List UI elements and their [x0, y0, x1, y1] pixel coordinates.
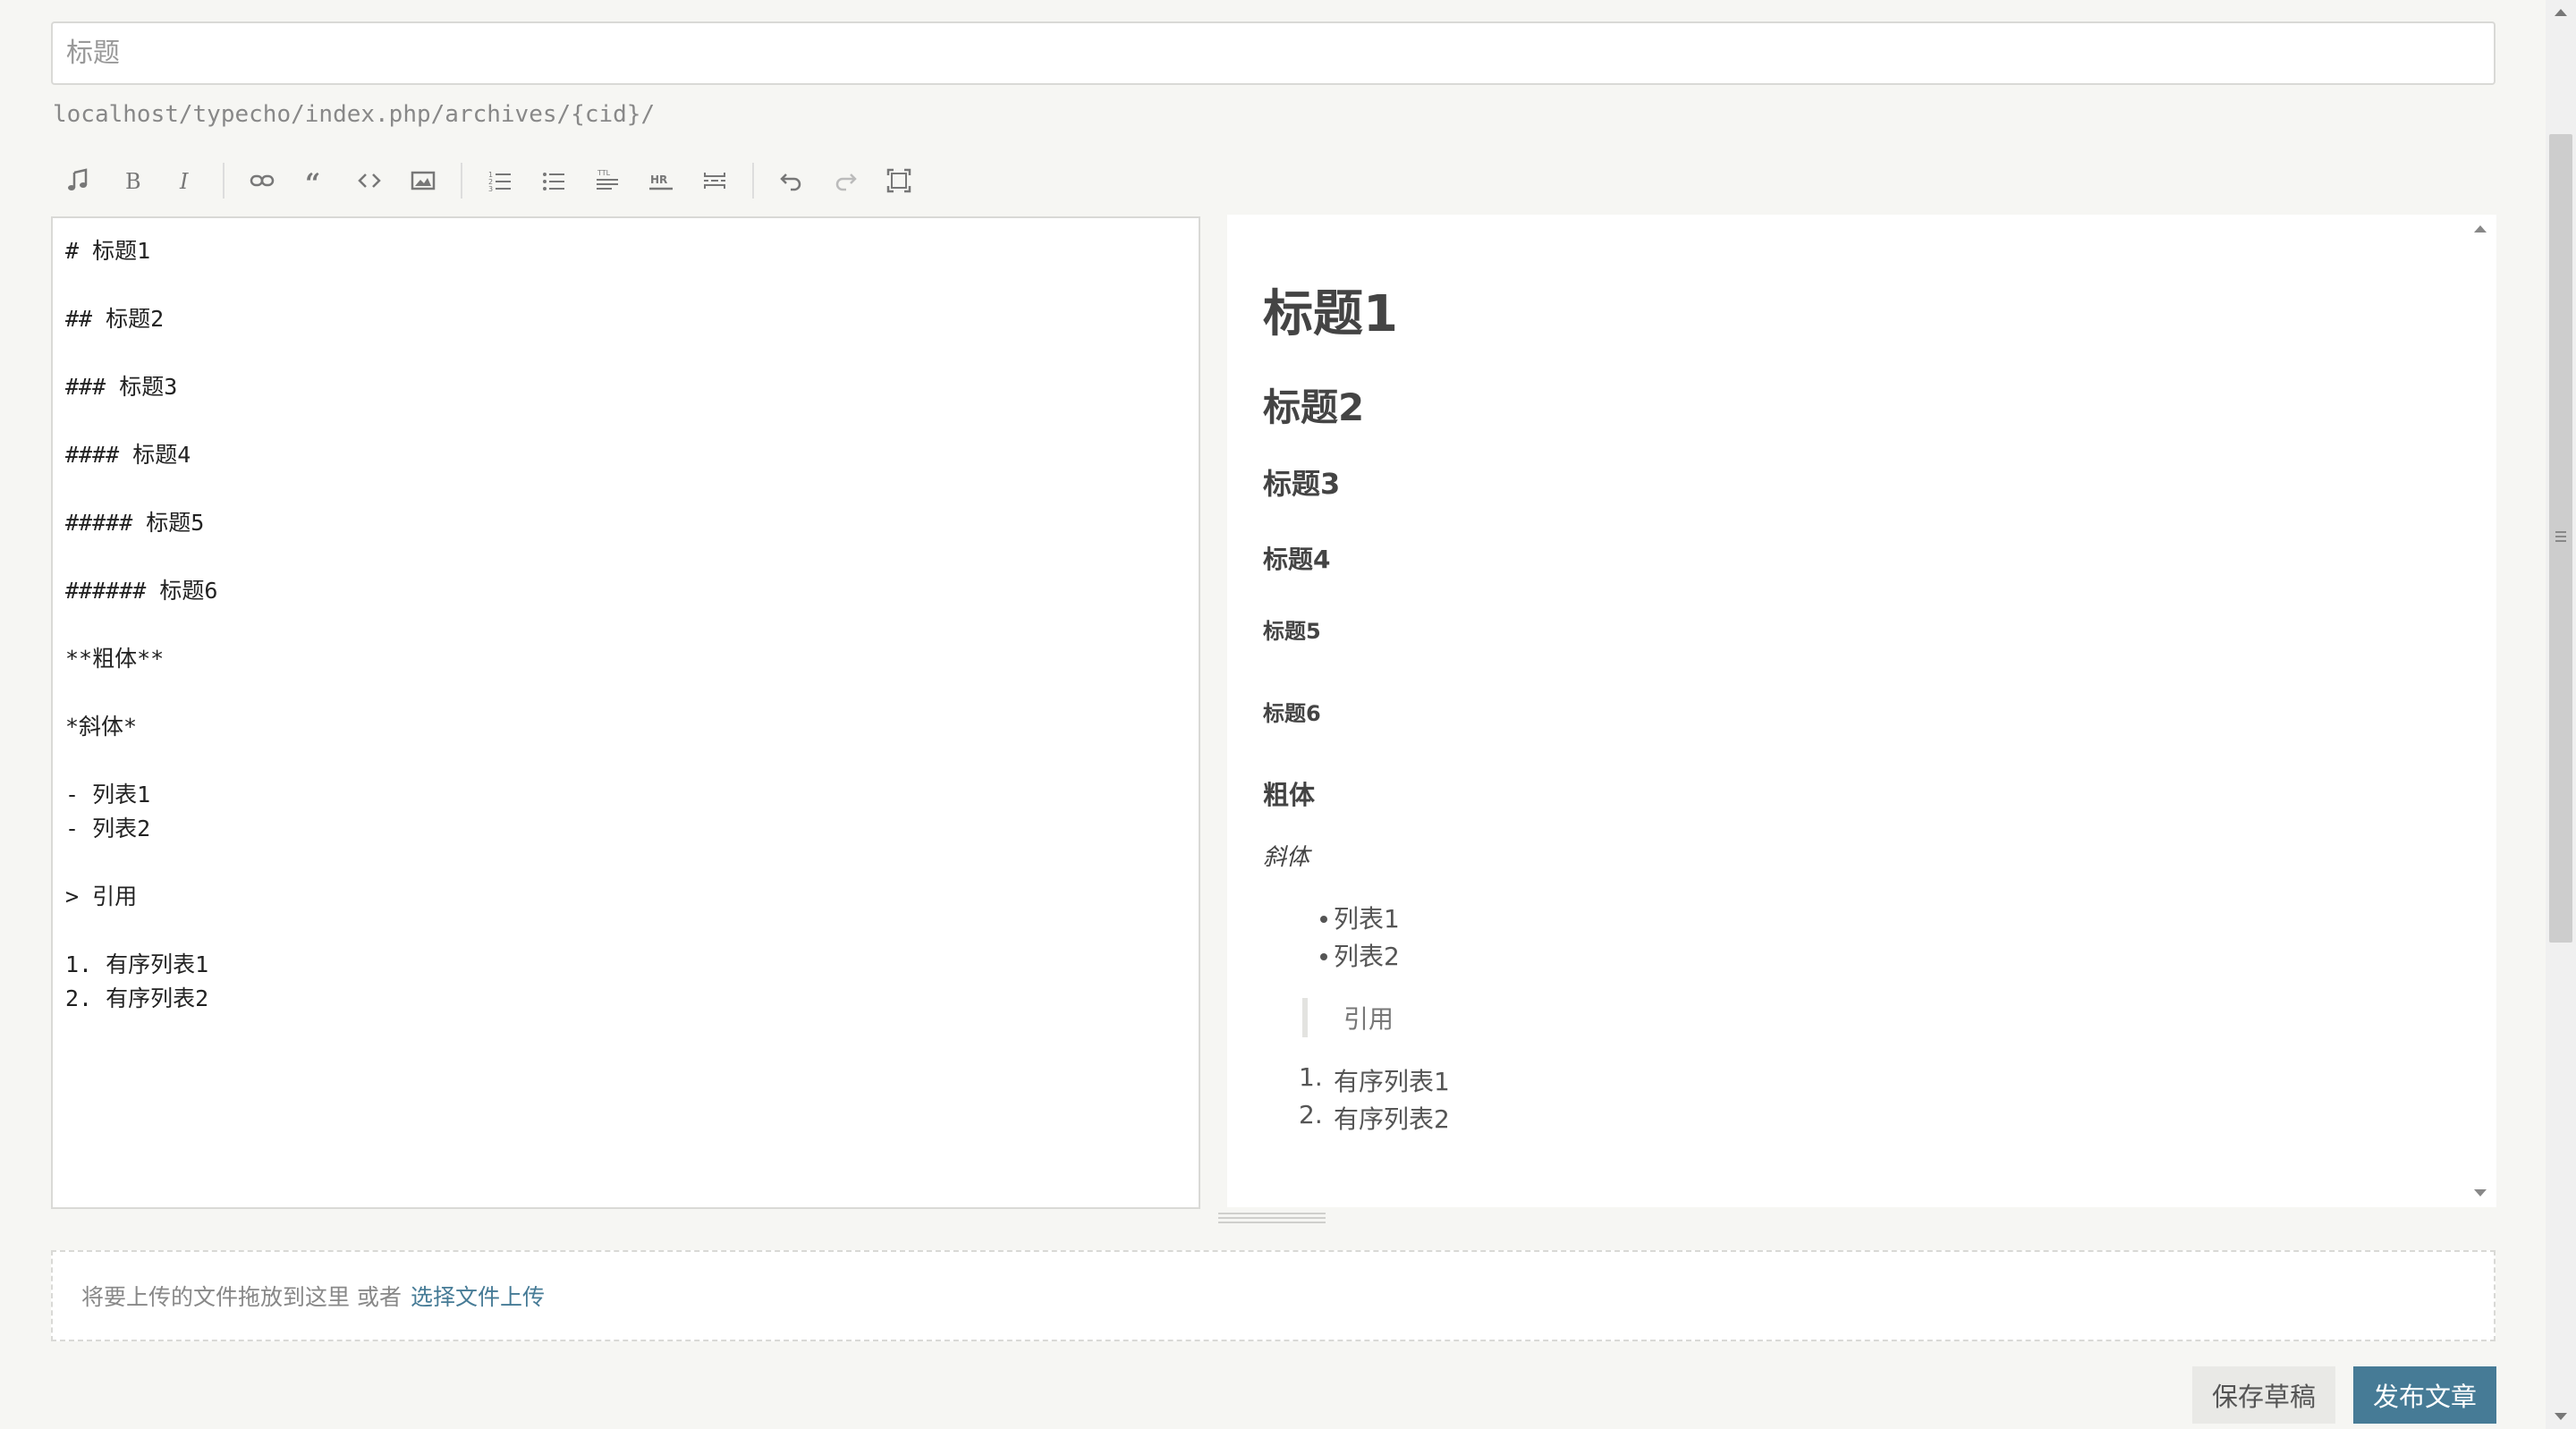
window-scrollbar[interactable] — [2546, 0, 2576, 1429]
preview-list-item: 列表2 — [1334, 942, 1400, 971]
preview-ordered-item: 有序列表2 — [1334, 1104, 1450, 1134]
unordered-list-icon[interactable] — [527, 159, 580, 202]
ordered-list-number: 1. — [1299, 1062, 1323, 1092]
post-editor-page: localhost/typecho/index.php/archives/{ci… — [0, 0, 2576, 1429]
editor-line: ###### 标题6 — [65, 578, 218, 604]
editor-resize-handle[interactable] — [1218, 1213, 1326, 1225]
publish-button[interactable]: 发布文章 — [2353, 1366, 2496, 1424]
music-icon[interactable] — [51, 159, 105, 202]
preview-ordered-item: 有序列表1 — [1334, 1067, 1450, 1096]
editor-line: 2. 有序列表2 — [65, 985, 209, 1011]
redo-icon[interactable] — [818, 159, 872, 202]
svg-text:B: B — [125, 169, 141, 194]
editor-line: 1. 有序列表1 — [65, 951, 209, 977]
hr-icon[interactable]: HR — [634, 159, 688, 202]
editor-toolbar: B I “ 123 TTL HR — [51, 159, 926, 202]
editor-line: ### 标题3 — [65, 374, 178, 400]
svg-text:“: “ — [305, 168, 320, 194]
markdown-preview: 标题1 标题2 标题3 标题4 标题5 标题6 粗体 斜体 列表1 列表2 引用… — [1227, 215, 2496, 1207]
toolbar-separator — [461, 163, 462, 199]
ordered-list-number: 2. — [1299, 1100, 1323, 1129]
preview-italic: 斜体 — [1263, 844, 1310, 871]
preview-scrollbar[interactable] — [2466, 215, 2496, 1207]
editor-line: **粗体** — [65, 646, 165, 672]
scroll-up-arrow-icon[interactable] — [2555, 9, 2567, 16]
preview-h6: 标题6 — [1263, 701, 1321, 726]
bold-icon[interactable]: B — [105, 159, 158, 202]
svg-text:TTL: TTL — [597, 169, 611, 177]
preview-h3: 标题3 — [1263, 467, 1341, 501]
bullet-icon — [1320, 953, 1327, 960]
ordered-list-icon[interactable]: 123 — [473, 159, 527, 202]
permalink-text: localhost/typecho/index.php/archives/{ci… — [53, 101, 656, 128]
code-icon[interactable] — [343, 159, 396, 202]
editor-line: ##### 标题5 — [65, 510, 205, 536]
image-icon[interactable] — [396, 159, 450, 202]
preview-blockquote: 引用 — [1343, 1004, 1394, 1034]
upload-hint: 将要上传的文件拖放到这里 或者 — [81, 1284, 402, 1310]
editor-line: - 列表1 — [65, 782, 151, 808]
toolbar-separator — [752, 163, 754, 199]
editor-line: ## 标题2 — [65, 306, 165, 332]
markdown-editor-textarea[interactable]: # 标题1 ## 标题2 ### 标题3 #### 标题4 ##### 标题5 … — [51, 216, 1200, 1209]
italic-icon[interactable]: I — [158, 159, 212, 202]
blockquote-bar — [1302, 998, 1308, 1037]
editor-line: # 标题1 — [65, 238, 151, 264]
svg-text:3: 3 — [488, 185, 493, 193]
save-draft-button[interactable]: 保存草稿 — [2192, 1366, 2335, 1424]
toolbar-separator — [223, 163, 225, 199]
undo-icon[interactable] — [765, 159, 818, 202]
scroll-up-arrow-icon[interactable] — [2474, 225, 2487, 233]
title-input[interactable] — [51, 21, 2496, 85]
editor-line: - 列表2 — [65, 816, 151, 841]
scrollbar-grip-icon — [2555, 531, 2566, 545]
editor-line: *斜体* — [65, 714, 138, 740]
scroll-down-arrow-icon[interactable] — [2555, 1413, 2567, 1420]
preview-bold: 粗体 — [1263, 780, 1316, 810]
choose-file-link[interactable]: 选择文件上传 — [411, 1280, 545, 1312]
preview-list-item: 列表1 — [1334, 904, 1400, 934]
heading-icon[interactable]: TTL — [580, 159, 634, 202]
preview-h5: 标题5 — [1263, 619, 1321, 644]
preview-h2: 标题2 — [1263, 385, 1365, 429]
file-upload-dropzone[interactable]: 将要上传的文件拖放到这里 或者 选择文件上传 — [51, 1250, 2496, 1341]
preview-h1: 标题1 — [1263, 285, 1398, 343]
preview-h4: 标题4 — [1263, 545, 1331, 574]
bullet-icon — [1320, 916, 1327, 923]
svg-text:I: I — [179, 169, 189, 194]
editor-line: #### 标题4 — [65, 442, 191, 468]
editor-line: > 引用 — [65, 884, 138, 909]
scroll-down-arrow-icon[interactable] — [2474, 1189, 2487, 1196]
quote-icon[interactable]: “ — [289, 159, 343, 202]
more-break-icon[interactable] — [688, 159, 741, 202]
link-icon[interactable] — [235, 159, 289, 202]
svg-text:HR: HR — [650, 173, 667, 186]
fullscreen-icon[interactable] — [872, 159, 926, 202]
